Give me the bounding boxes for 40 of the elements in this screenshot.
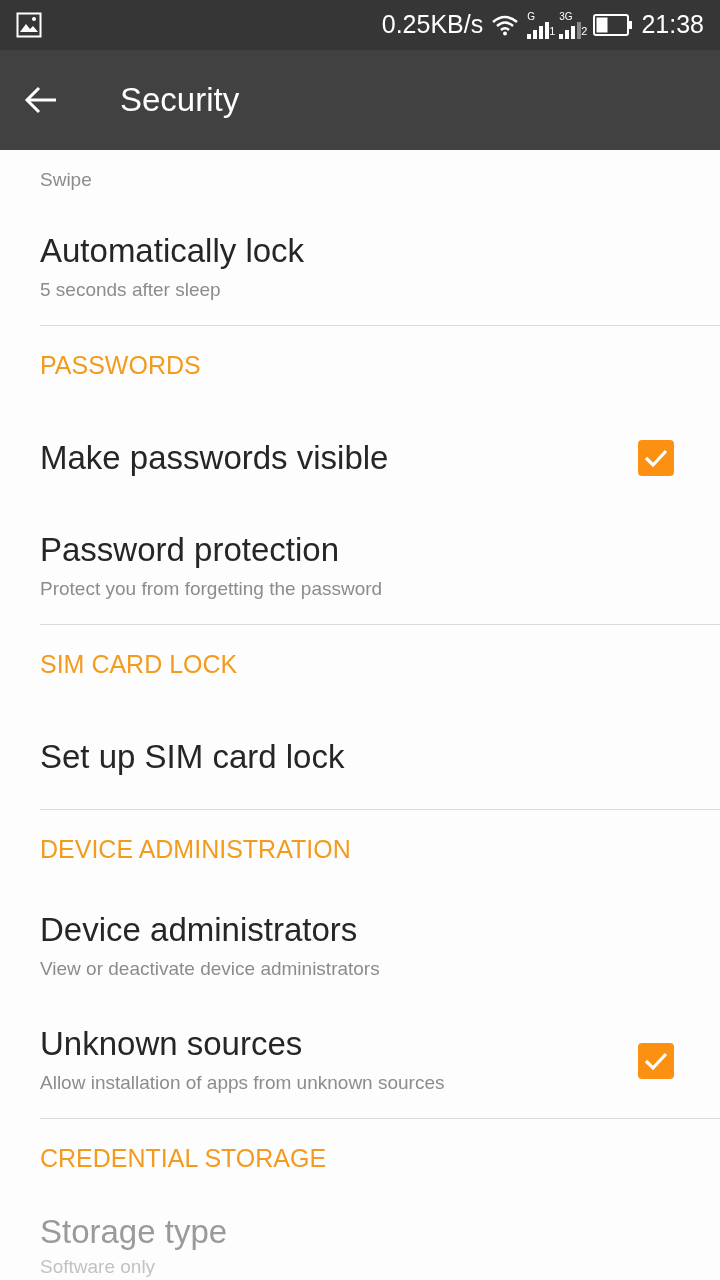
network-type: G: [527, 12, 535, 22]
item-title: Storage type: [40, 1213, 229, 1251]
section-header: SIM CARD LOCK: [39, 649, 239, 681]
sim-slot: 2: [581, 22, 588, 39]
item-summary: Software only: [40, 1254, 157, 1279]
item-title: Set up SIM card lock: [40, 738, 346, 776]
preference-item[interactable]: Device administrators View or deactivate device administrators: [0, 890, 720, 1004]
network-type: 3G: [559, 12, 573, 22]
item-summary: Protect you from forgetting the password: [40, 576, 384, 601]
section-header: PASSWORDS: [39, 350, 202, 382]
battery-icon: [593, 14, 634, 36]
checkbox[interactable]: [638, 440, 674, 476]
check-icon: [643, 448, 669, 468]
screen-title: Security: [120, 80, 240, 121]
preference-item[interactable]: Automatically lock 5 seconds after sleep: [0, 211, 720, 325]
item-title: Password protection: [40, 530, 340, 569]
item-title: Device administrators: [40, 910, 359, 949]
sim-slot: 1: [549, 22, 556, 39]
preference-item[interactable]: Unknown sources Allow installation of apps from unknown sources: [0, 1004, 720, 1118]
image-icon: [16, 12, 42, 38]
signal-icon: [527, 22, 550, 39]
back-button[interactable]: [24, 86, 58, 114]
network-speed: 0.25KB/s: [381, 9, 484, 41]
item-title: Make passwords visible: [40, 439, 390, 477]
checkbox[interactable]: [638, 1043, 674, 1079]
preference-item[interactable]: Password protection Protect you from forgetting the password: [0, 510, 720, 624]
section-header: CREDENTIAL STORAGE: [39, 1143, 328, 1175]
item-title: Unknown sources: [40, 1024, 304, 1063]
item-summary: View or deactivate device administrators: [40, 956, 381, 981]
preference-item[interactable]: Make passwords visible: [0, 406, 720, 510]
item-summary: Swipe: [40, 168, 93, 193]
signal-icon: [559, 22, 582, 39]
item-summary: 5 seconds after sleep: [40, 277, 222, 302]
item-title: Automatically lock: [40, 231, 306, 270]
item-summary: Allow installation of apps from unknown sources: [40, 1070, 446, 1095]
check-icon: [643, 1051, 669, 1071]
clock: 21:38: [641, 9, 704, 41]
wifi-icon: [491, 14, 520, 36]
section-header: DEVICE ADMINISTRATION: [39, 834, 352, 866]
preference-item[interactable]: Set up SIM card lock: [0, 705, 720, 809]
